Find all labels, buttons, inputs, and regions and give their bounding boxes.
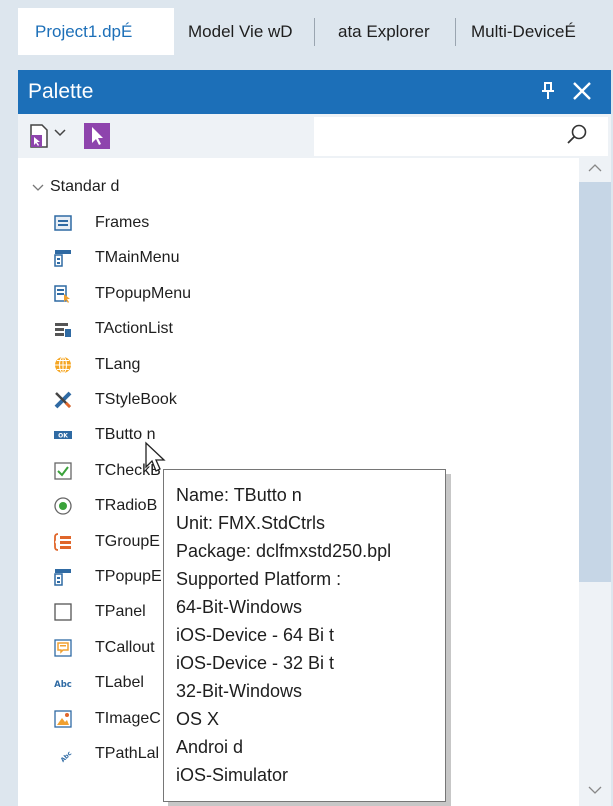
tooltip-platform: iOS-Device - 32 Bi t: [176, 653, 335, 673]
globe-icon: [55, 356, 71, 374]
vertical-scrollbar[interactable]: [579, 158, 611, 806]
tooltip-platform: OS X: [176, 709, 220, 729]
checkbox-icon: [54, 462, 72, 480]
scroll-up-icon[interactable]: [587, 162, 603, 174]
radio-button-icon: [54, 497, 72, 515]
tab-multi-device[interactable]: Multi-DeviceÉ: [471, 8, 576, 55]
ok-button-icon: OK: [54, 431, 72, 440]
callout-icon: [54, 639, 72, 657]
panel-icon: [54, 603, 72, 621]
pin-icon[interactable]: [540, 80, 556, 102]
group-header-standard[interactable]: Standar d: [32, 178, 119, 198]
chevron-down-icon[interactable]: [32, 181, 44, 193]
action-list-icon: [55, 323, 71, 337]
palette-titlebar: Palette: [18, 70, 611, 114]
label-icon: Abc: [54, 680, 72, 690]
tooltip-platform: iOS-Simulator: [176, 765, 289, 785]
palette-title: Palette: [28, 80, 94, 103]
tooltip-platform: 32-Bit-Windows: [176, 681, 303, 701]
chevron-down-icon[interactable]: [54, 128, 66, 138]
scroll-down-icon[interactable]: [587, 784, 603, 796]
tab-separator: [455, 18, 456, 46]
svg-text:OK: OK: [58, 433, 68, 440]
components-icon[interactable]: [28, 123, 50, 149]
pointer-tool-icon[interactable]: [84, 123, 110, 149]
svg-text:Abc: Abc: [54, 680, 72, 690]
popup-menu-icon: [54, 285, 70, 303]
tooltip-unit: Unit: FMX.StdCtrls: [176, 513, 326, 533]
tooltip-platforms-heading: Supported Platform :: [176, 569, 342, 589]
popup-box-icon: [54, 569, 71, 586]
image-control-icon: [54, 710, 72, 728]
svg-text:Abc: Abc: [59, 750, 72, 763]
tab-project1[interactable]: Project1.dpÉ: [18, 8, 174, 55]
component-tooltip: Name: TButto n Unit: FMX.StdCtrls Packag…: [163, 469, 446, 802]
path-label-icon: Abc: [59, 750, 72, 763]
group-label: Standar d: [50, 178, 120, 195]
tab-separator: [314, 18, 315, 46]
palette-toolbar: [18, 114, 611, 158]
search-icon[interactable]: [566, 123, 588, 145]
group-box-icon: [54, 533, 71, 551]
tooltip-platform: 64-Bit-Windows: [176, 597, 303, 617]
tab-data-explorer[interactable]: ata Explorer: [338, 8, 430, 55]
tab-model-view[interactable]: Model Vie wD: [188, 8, 293, 55]
main-menu-icon: [54, 250, 71, 267]
tooltip-package: Package: dclfmxstd250.bpl: [176, 541, 392, 561]
tooltip-name: Name: TButto n: [176, 485, 302, 505]
frames-icon: [54, 215, 72, 231]
palette-search-input[interactable]: [314, 117, 608, 156]
style-book-icon: [54, 391, 72, 409]
close-icon[interactable]: [571, 80, 593, 102]
document-tab-bar: Project1.dpÉ Model Vie wD ata Explorer M…: [0, 0, 613, 62]
tooltip-platform: iOS-Device - 64 Bi t: [176, 625, 335, 645]
tooltip-platform: Androi d: [176, 737, 244, 757]
scroll-thumb[interactable]: [579, 182, 611, 582]
